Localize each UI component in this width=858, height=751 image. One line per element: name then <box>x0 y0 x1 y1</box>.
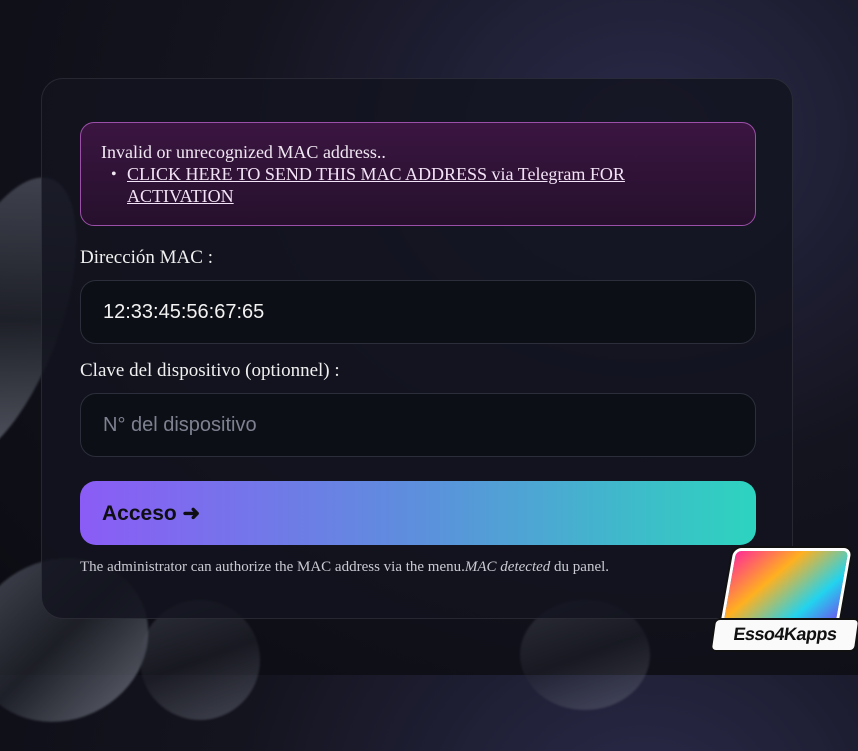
device-key-input[interactable] <box>80 393 756 457</box>
admin-footnote: The administrator can authorize the MAC … <box>80 559 609 576</box>
mac-address-input[interactable] <box>80 280 756 344</box>
mac-address-label: Dirección MAC : <box>80 247 213 268</box>
login-card: Invalid or unrecognized MAC address.. CL… <box>41 78 793 619</box>
logo-wordmark: Esso4Kapps <box>709 618 858 652</box>
footnote-text: The administrator can authorize the MAC … <box>80 559 465 575</box>
telegram-activation-link[interactable]: CLICK HERE TO SEND THIS MAC ADDRESS via … <box>127 164 625 206</box>
access-button[interactable]: Acceso ➜ <box>80 481 756 545</box>
access-button-label: Acceso ➜ <box>102 501 201 525</box>
footnote-emphasis: MAC detected <box>464 559 551 575</box>
device-key-label: Clave del dispositivo (optionnel) : <box>80 360 340 381</box>
error-alert: Invalid or unrecognized MAC address.. CL… <box>80 122 756 226</box>
alert-link-list: CLICK HERE TO SEND THIS MAC ADDRESS via … <box>101 163 735 207</box>
error-message: Invalid or unrecognized MAC address.. <box>101 142 386 162</box>
footnote-text-end: du panel. <box>550 559 610 575</box>
brand-logo: Esso4Kapps <box>709 548 858 658</box>
alert-link-item: CLICK HERE TO SEND THIS MAC ADDRESS via … <box>111 163 735 207</box>
